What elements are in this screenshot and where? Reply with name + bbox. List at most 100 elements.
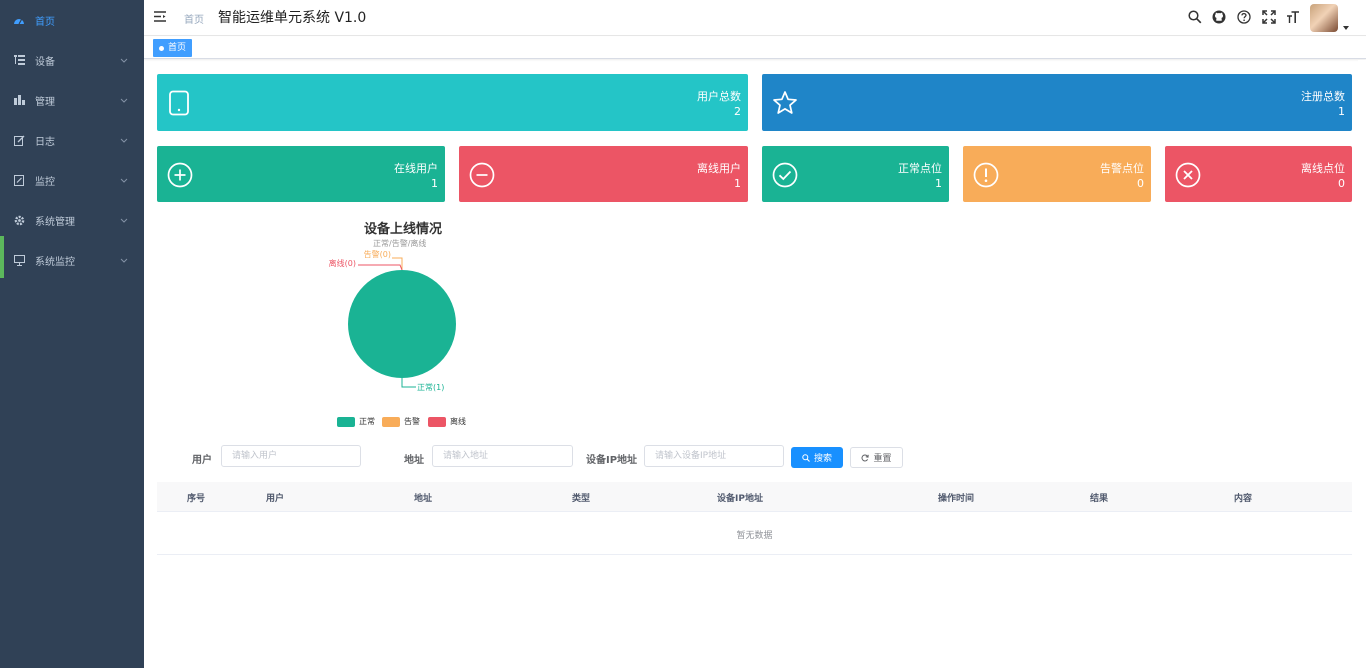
sidebar-item-manage[interactable]: 管理 — [0, 80, 144, 120]
legend-label: 正常 — [359, 417, 375, 426]
active-dot-icon — [159, 45, 164, 51]
card-users-total[interactable]: 用户总数 2 — [157, 74, 748, 131]
chevron-down-icon — [120, 55, 128, 66]
monitor-icon — [13, 254, 25, 266]
reset-button[interactable]: 重置 — [850, 447, 903, 468]
ip-input[interactable]: 请输入设备IP地址 — [644, 445, 784, 467]
chart-title: 设备上线情况 — [364, 222, 443, 237]
column-header[interactable]: 用户 — [266, 491, 284, 504]
sidebar-item-label: 管理 — [35, 96, 55, 108]
edit-icon — [13, 134, 25, 146]
chevron-down-icon — [120, 135, 128, 146]
card-value: 1 — [734, 177, 741, 190]
check-circle-icon — [772, 162, 798, 188]
pie-label-2: 离线(0) — [329, 258, 356, 268]
card-value: 1 — [935, 177, 942, 190]
sidebar-item-label: 日志 — [35, 136, 55, 148]
card-value: 1 — [431, 177, 438, 190]
card-label: 注册总数 — [1301, 90, 1345, 103]
card-label: 正常点位 — [898, 162, 942, 175]
dashboard-icon — [13, 14, 25, 26]
sidebar-item-label: 首页 — [35, 16, 55, 28]
hamburger-icon[interactable] — [154, 11, 167, 25]
address-label: 地址 — [404, 455, 424, 466]
tag-label: 首页 — [168, 43, 187, 53]
sidebar-item-monitor[interactable]: 监控 — [0, 160, 144, 200]
address-input[interactable]: 请输入地址 — [432, 445, 573, 467]
card-value: 0 — [1338, 177, 1345, 190]
column-header[interactable]: 结果 — [1090, 491, 1108, 504]
legend-swatch — [428, 416, 446, 427]
sidebar-item-log[interactable]: 日志 — [0, 120, 144, 160]
minus-circle-icon — [469, 162, 495, 188]
legend-item-normal[interactable]: 正常 — [337, 416, 375, 427]
navbar: 首页 智能运维单元系统 V1.0 — [144, 0, 1366, 36]
card-normal-points[interactable]: 正常点位 1 — [762, 146, 949, 202]
card-online-users[interactable]: 在线用户 1 — [157, 146, 445, 202]
font-size-icon[interactable] — [1286, 10, 1300, 27]
tags-view: 首页 — [144, 37, 1366, 59]
ip-label: 设备IP地址 — [586, 455, 638, 466]
search-button[interactable]: 搜索 — [791, 447, 843, 468]
edit-doc-icon — [13, 174, 25, 186]
sidebar-item-device[interactable]: 设备 — [0, 40, 144, 80]
column-header[interactable]: 类型 — [572, 491, 590, 504]
caret-down-icon[interactable] — [1343, 20, 1349, 34]
chevron-down-icon — [120, 215, 128, 226]
search-button-label: 搜索 — [813, 454, 832, 464]
pie-slice-0[interactable] — [348, 270, 456, 378]
card-alarm-points[interactable]: 告警点位 0 — [963, 146, 1151, 202]
sidebar-item-label: 系统管理 — [35, 216, 75, 228]
legend-item-offline[interactable]: 离线 — [428, 416, 466, 427]
sidebar-item-label: 设备 — [35, 56, 55, 68]
legend-label: 离线 — [450, 417, 466, 426]
user-input[interactable]: 请输入用户 — [221, 445, 361, 467]
scrollbar-track[interactable] — [1358, 60, 1366, 668]
page-title: 智能运维单元系统 V1.0 — [218, 10, 367, 26]
reset-button-label: 重置 — [873, 454, 892, 464]
gear-icon — [13, 214, 25, 226]
bar-chart-icon — [13, 94, 25, 106]
column-header[interactable]: 操作时间 — [938, 491, 974, 504]
avatar[interactable] — [1310, 4, 1338, 32]
column-header[interactable]: 设备IP地址 — [717, 491, 763, 504]
search-icon[interactable] — [1188, 10, 1202, 27]
refresh-icon — [861, 453, 870, 462]
legend-label: 告警 — [404, 417, 420, 426]
github-icon[interactable] — [1212, 10, 1226, 27]
legend-item-alarm[interactable]: 告警 — [382, 416, 420, 427]
sidebar-item-home[interactable]: 首页 — [0, 0, 144, 40]
list-tree-icon — [13, 54, 25, 66]
card-offline-points[interactable]: 离线点位 0 — [1165, 146, 1352, 202]
card-label: 离线用户 — [697, 162, 741, 175]
close-circle-icon — [1175, 162, 1201, 188]
table-body: 暂无数据 — [157, 512, 1352, 555]
warning-circle-icon — [973, 162, 999, 188]
pie-label-line-1 — [392, 257, 403, 270]
card-value: 1 — [1338, 105, 1345, 118]
column-header[interactable]: 内容 — [1234, 491, 1252, 504]
breadcrumb[interactable]: 首页 — [184, 11, 204, 26]
card-value: 0 — [1137, 177, 1144, 190]
sidebar-item-system-manage[interactable]: 系统管理 — [0, 200, 144, 240]
pie-label-0: 正常(1) — [417, 383, 444, 392]
user-label: 用户 — [192, 455, 212, 466]
plus-circle-icon — [167, 162, 193, 188]
card-label: 在线用户 — [394, 162, 438, 175]
column-header[interactable]: 序号 — [187, 491, 205, 504]
card-registered-total[interactable]: 注册总数 1 — [762, 74, 1352, 131]
pie-label-line-0 — [401, 378, 416, 388]
legend-swatch — [337, 416, 355, 427]
pie-chart: 正常(1) 告警(0) 离线(0) — [329, 249, 456, 392]
help-icon[interactable] — [1237, 10, 1251, 27]
pie-label-line-2 — [358, 264, 403, 271]
tag-home[interactable]: 首页 — [153, 39, 193, 57]
column-header[interactable]: 地址 — [414, 491, 432, 504]
sidebar-item-label: 系统监控 — [35, 256, 75, 268]
chevron-down-icon — [120, 255, 128, 266]
card-offline-users[interactable]: 离线用户 1 — [459, 146, 748, 202]
chevron-down-icon — [120, 175, 128, 186]
fullscreen-icon[interactable] — [1262, 10, 1276, 27]
pie-label-1: 告警(0) — [364, 249, 391, 259]
sidebar-item-system-monitor[interactable]: 系统监控 — [0, 240, 144, 280]
